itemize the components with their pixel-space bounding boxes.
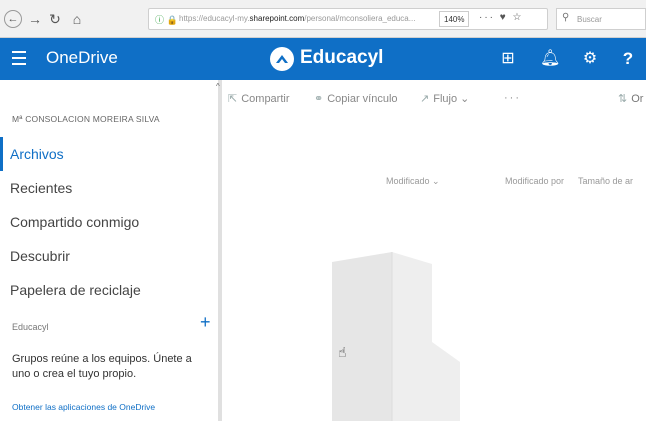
notifications-bell-icon[interactable]: 🔔︎: [540, 49, 560, 69]
url-text: https://educacyl-my.sharepoint.com/perso…: [179, 14, 416, 23]
share-button[interactable]: ⇱ Compartir: [228, 92, 290, 105]
command-bar: ⇱ Compartir ⚭ Copiar vínculo ↗ Flujo ⌄ ··· …: [222, 80, 646, 118]
search-placeholder: Buscar: [577, 15, 602, 24]
share-icon: ⇱: [228, 93, 238, 105]
hamburger-menu-icon[interactable]: [12, 51, 26, 65]
hand-pointer-icon: ☝: [338, 344, 347, 360]
app-launcher-icon[interactable]: ⊞: [498, 49, 518, 69]
flow-icon: ↗: [420, 93, 430, 105]
back-arrow-icon[interactable]: ←: [4, 10, 22, 28]
scroll-up-arrow-icon[interactable]: ^: [216, 82, 220, 91]
nav-item-recientes[interactable]: Recientes: [0, 171, 218, 205]
user-name: Mª CONSOLACION MOREIRA SILVA: [12, 114, 160, 124]
more-commands-button[interactable]: ···: [504, 92, 521, 104]
settings-gear-icon[interactable]: ⚙: [580, 49, 600, 69]
nav-scrollbar[interactable]: [218, 80, 222, 421]
nav-item-compartido[interactable]: Compartido conmigo: [0, 205, 218, 239]
sort-icon: ⇅: [618, 93, 628, 105]
brand-emblem-icon: [270, 47, 294, 71]
search-icon: ⚲: [562, 12, 570, 23]
link-icon: ⚭: [314, 93, 324, 105]
add-group-icon[interactable]: +: [200, 313, 211, 331]
browser-search-input[interactable]: ⚲ Buscar: [556, 8, 646, 30]
app-name[interactable]: OneDrive: [46, 48, 118, 68]
chevron-down-icon: ⌄: [460, 93, 470, 105]
chevron-down-icon: ⌄: [432, 176, 440, 186]
nav-item-archivos[interactable]: Archivos: [0, 137, 218, 171]
left-navigation: Mª CONSOLACION MOREIRA SILVA Archivos Re…: [0, 80, 218, 421]
flow-button[interactable]: ↗ Flujo ⌄: [420, 92, 469, 105]
brand-name: Educacyl: [300, 47, 384, 68]
groups-section-label: Educacyl: [12, 322, 49, 332]
groups-info-text: Grupos reúne a los equipos. Únete a uno …: [12, 353, 192, 380]
lock-icon: ⓘ 🔒: [155, 15, 178, 25]
get-apps-link[interactable]: Obtener las aplicaciones de OneDrive: [12, 402, 155, 412]
browser-toolbar: ← → ↻ ⌂ ⓘ 🔒 https://educacyl-my.sharepoi…: [0, 0, 646, 38]
forward-arrow-icon[interactable]: →: [26, 10, 44, 28]
sort-button[interactable]: ⇅ Or: [618, 92, 643, 105]
column-header-size[interactable]: Tamaño de ar: [578, 176, 633, 186]
copy-link-button[interactable]: ⚭ Copiar vínculo: [314, 92, 398, 105]
zoom-level[interactable]: 140%: [439, 11, 470, 27]
nav-item-descubrir[interactable]: Descubrir: [0, 239, 218, 273]
column-header-modified[interactable]: Modificado ⌄: [386, 176, 440, 187]
help-icon[interactable]: ?: [618, 49, 638, 69]
suite-header: OneDrive Educacyl ⊞ 🔔︎ ⚙ ?: [0, 38, 646, 80]
nav-item-papelera[interactable]: Papelera de reciclaje: [0, 273, 218, 307]
address-bar[interactable]: ⓘ 🔒 https://educacyl-my.sharepoint.com/p…: [148, 8, 548, 30]
column-header-modified-by[interactable]: Modificado por: [505, 176, 564, 186]
empty-folder-illustration: [332, 252, 460, 421]
page-actions-icon[interactable]: ··· ♥ ☆: [479, 12, 523, 23]
home-icon[interactable]: ⌂: [68, 10, 86, 28]
reload-icon[interactable]: ↻: [46, 10, 64, 28]
